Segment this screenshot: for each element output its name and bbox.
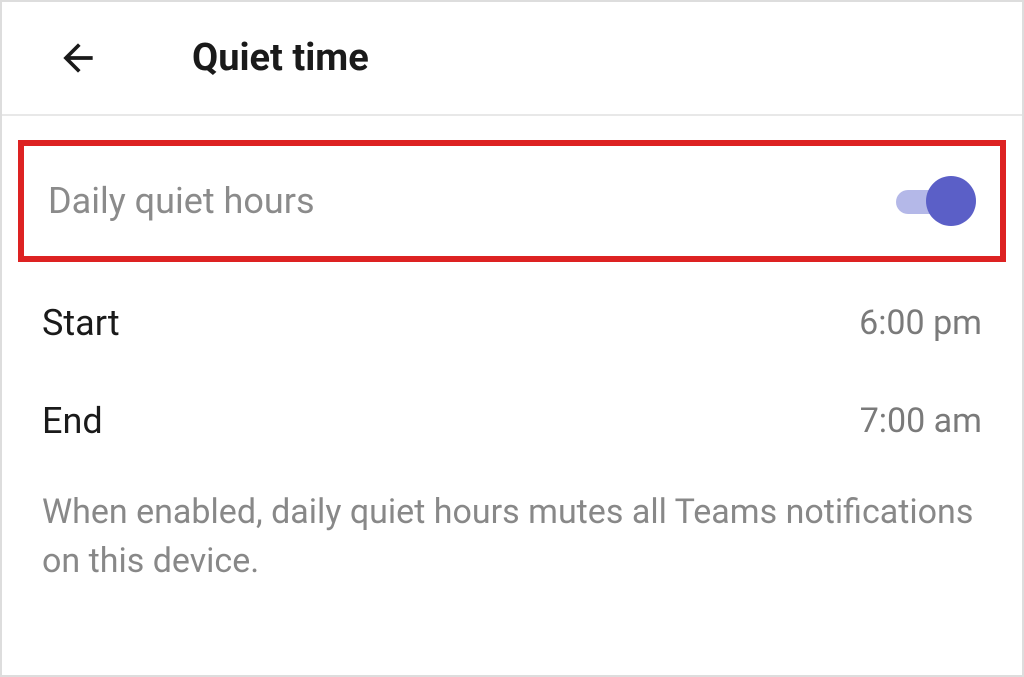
start-value: 6:00 pm xyxy=(859,303,982,343)
end-label: End xyxy=(42,400,103,442)
header: Quiet time xyxy=(2,2,1022,116)
daily-quiet-hours-toggle[interactable] xyxy=(896,176,976,226)
toggle-thumb xyxy=(926,176,976,226)
description-text: When enabled, daily quiet hours mutes al… xyxy=(2,470,1022,615)
back-button[interactable] xyxy=(54,34,102,82)
start-time-row[interactable]: Start 6:00 pm xyxy=(2,274,1022,372)
end-time-row[interactable]: End 7:00 am xyxy=(2,372,1022,470)
daily-quiet-hours-row[interactable]: Daily quiet hours xyxy=(18,140,1006,262)
end-value: 7:00 am xyxy=(860,401,982,441)
page-title: Quiet time xyxy=(192,36,369,80)
back-arrow-icon xyxy=(56,36,100,80)
daily-quiet-hours-label: Daily quiet hours xyxy=(48,180,315,222)
content: Daily quiet hours Start 6:00 pm End 7:00… xyxy=(2,140,1022,615)
start-label: Start xyxy=(42,302,120,344)
